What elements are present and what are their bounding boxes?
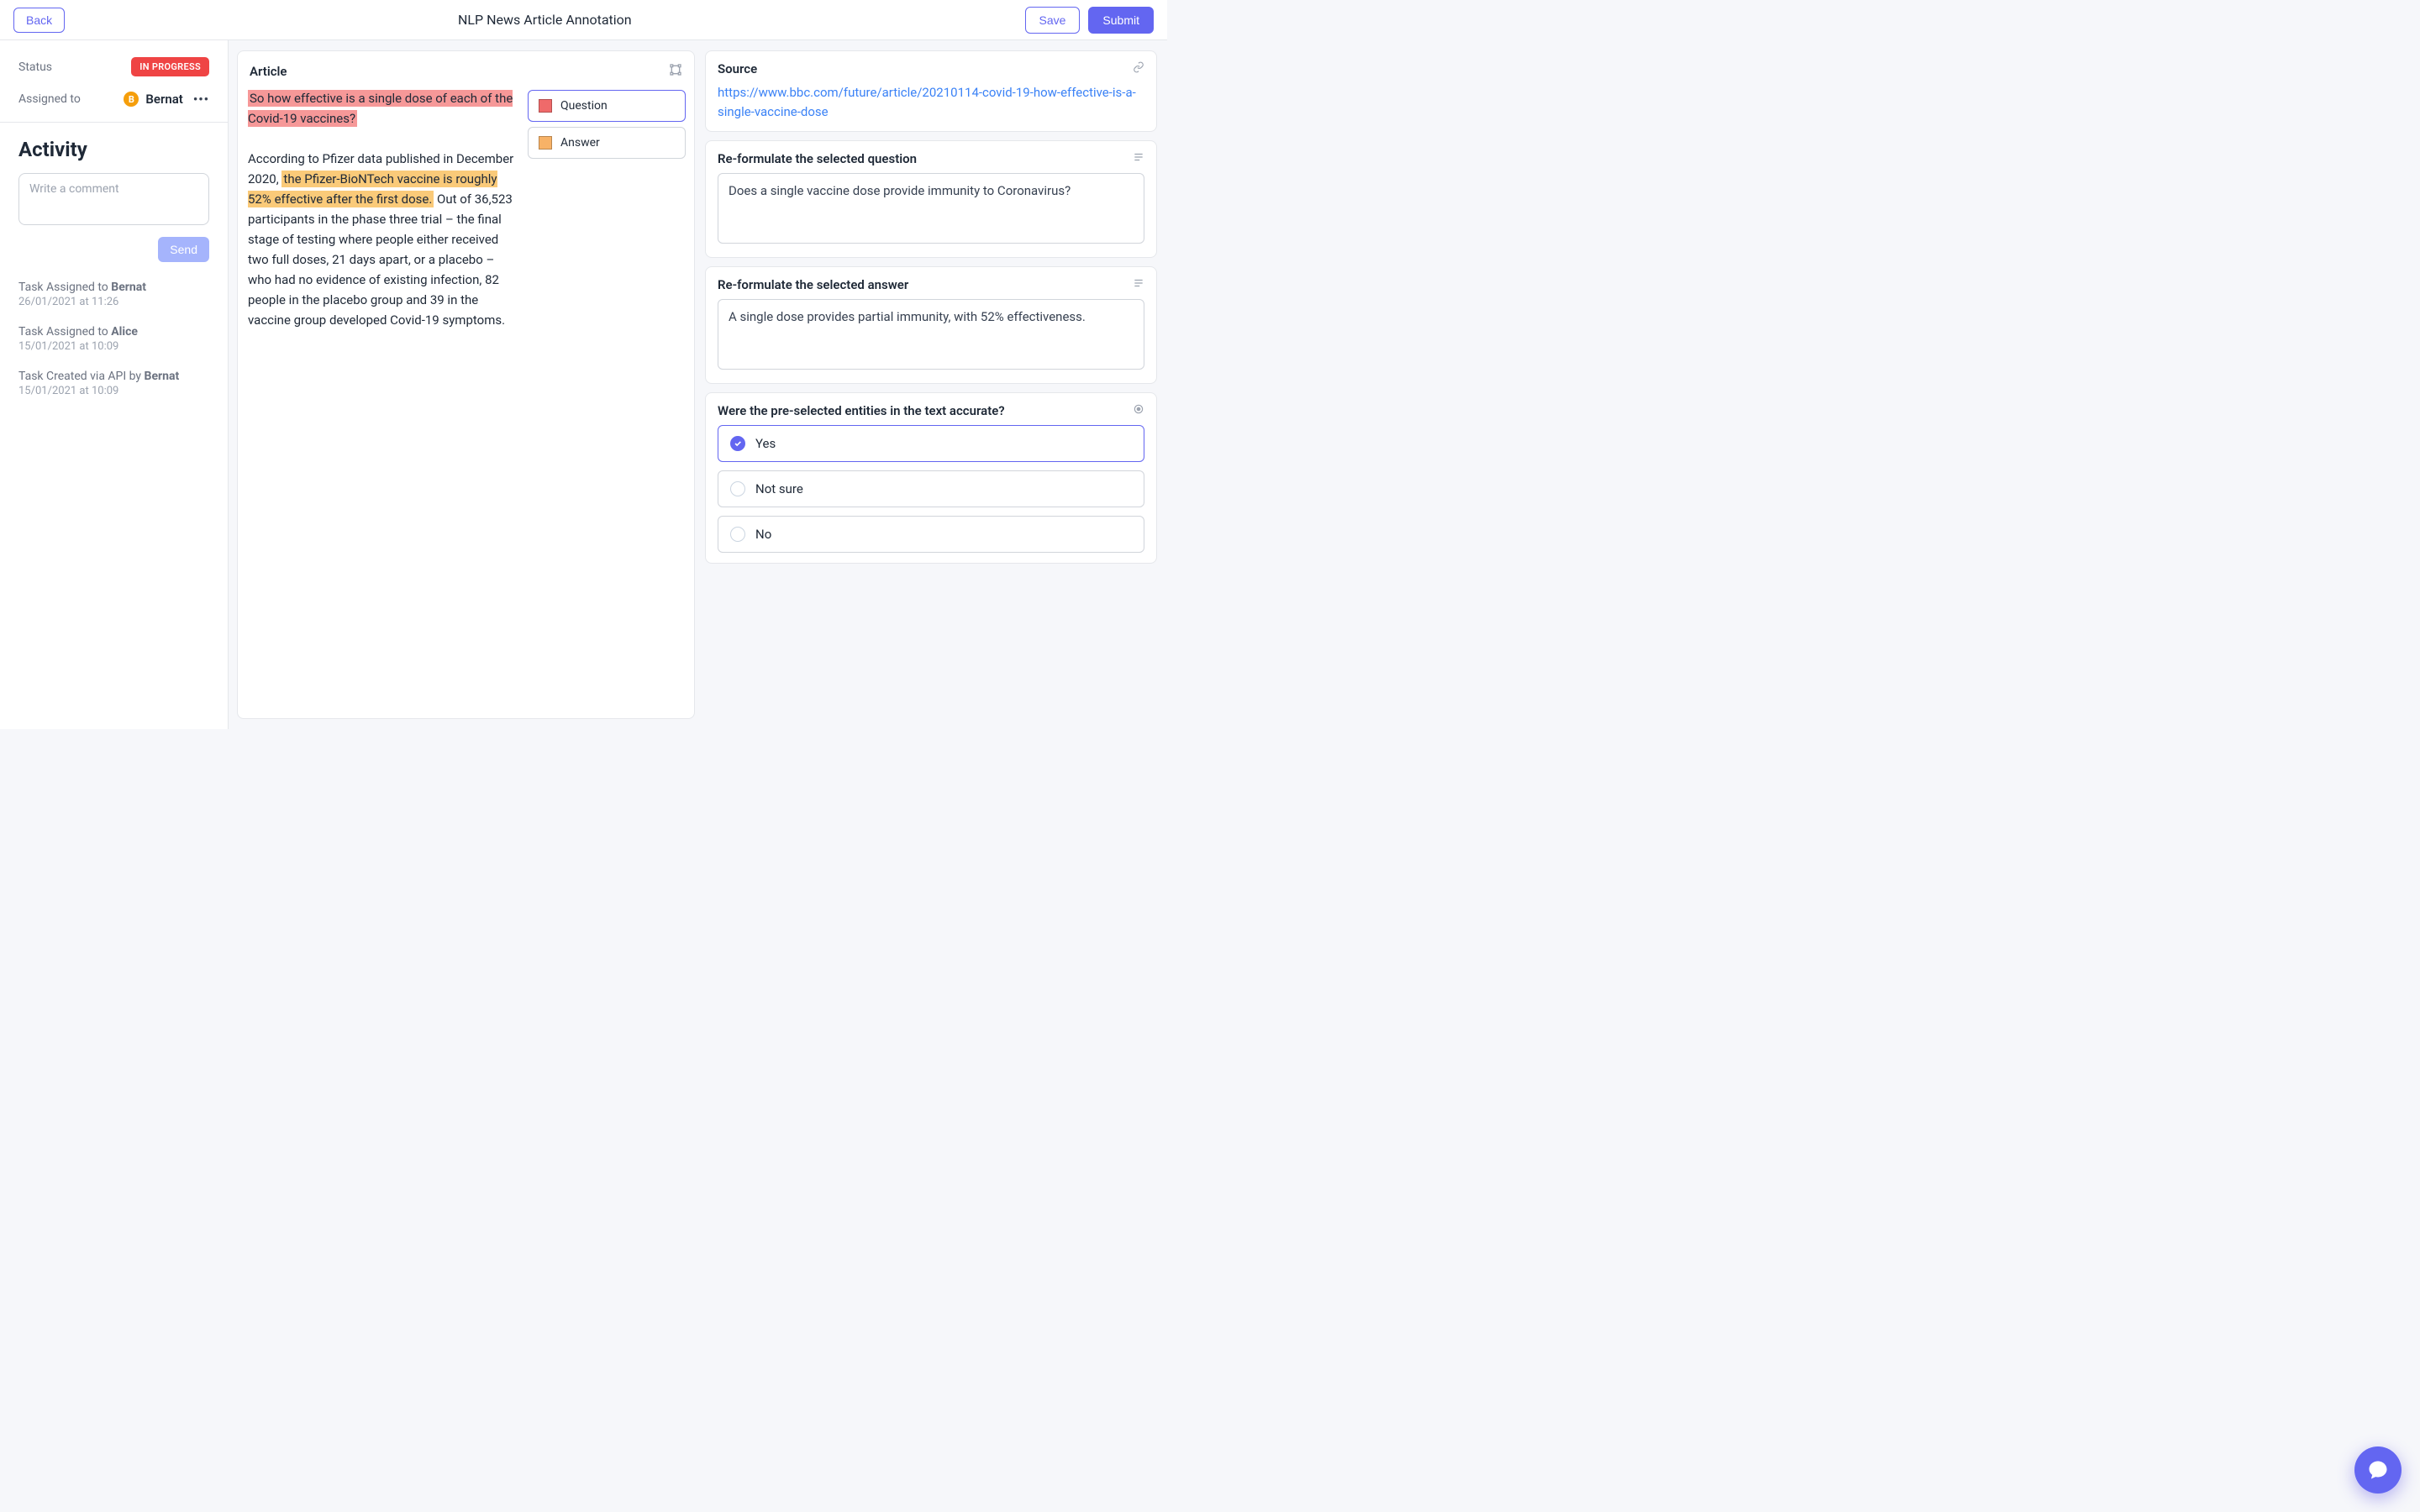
- question-reform-input[interactable]: [718, 173, 1144, 244]
- swatch-question-icon: [539, 99, 552, 113]
- article-title: Article: [250, 64, 287, 79]
- legend-label: Question: [560, 99, 608, 113]
- activity-item: Task Assigned to Bernat 26/01/2021 at 11…: [18, 281, 209, 308]
- article-body[interactable]: So how effective is a single dose of eac…: [246, 88, 516, 708]
- activity-actor: Bernat: [145, 370, 180, 383]
- answer-reform-title: Re-formulate the selected answer: [718, 277, 908, 292]
- source-title: Source: [718, 61, 757, 76]
- activity-item: Task Created via API by Bernat 15/01/202…: [18, 370, 209, 397]
- assignee-menu-icon[interactable]: •••: [193, 92, 209, 107]
- activity-actor: Bernat: [111, 281, 146, 294]
- swatch-answer-icon: [539, 136, 552, 150]
- question-reform-panel: Re-formulate the selected question: [705, 140, 1157, 258]
- radio-indicator: [730, 481, 745, 496]
- save-button[interactable]: Save: [1025, 7, 1081, 34]
- link-icon[interactable]: [1133, 61, 1144, 76]
- accuracy-option-no[interactable]: No: [718, 516, 1144, 553]
- article-panel: Article So how effective is a single dos…: [237, 50, 695, 719]
- assignee[interactable]: B Bernat •••: [124, 92, 209, 107]
- activity-actor: Alice: [111, 325, 138, 339]
- activity-date: 15/01/2021 at 10:09: [18, 385, 209, 397]
- activity-text: Task Assigned to: [18, 325, 111, 339]
- sidebar: Status IN PROGRESS Assigned to B Bernat …: [0, 40, 229, 729]
- form-column: Source https://www.bbc.com/future/articl…: [705, 50, 1157, 719]
- app-header: Back NLP News Article Annotation Save Su…: [0, 0, 1167, 40]
- activity-item: Task Assigned to Alice 15/01/2021 at 10:…: [18, 325, 209, 353]
- article-text-segment: Out of 36,523 participants in the phase …: [248, 192, 513, 328]
- transform-icon[interactable]: [669, 63, 682, 80]
- source-url[interactable]: https://www.bbc.com/future/article/20210…: [718, 83, 1144, 121]
- question-highlight[interactable]: So how effective is a single dose of eac…: [248, 90, 513, 127]
- question-reform-title: Re-formulate the selected question: [718, 151, 917, 166]
- activity-text: Task Assigned to: [18, 281, 111, 294]
- status-row: Status IN PROGRESS: [18, 57, 209, 76]
- assignee-name: Bernat: [145, 92, 182, 107]
- activity-title: Activity: [18, 138, 209, 161]
- accuracy-title: Were the pre-selected entities in the te…: [718, 403, 1005, 418]
- source-panel: Source https://www.bbc.com/future/articl…: [705, 50, 1157, 132]
- activity-section: Activity Send Task Assigned to Bernat 26…: [0, 123, 228, 429]
- page-title: NLP News Article Annotation: [65, 12, 1024, 28]
- task-meta: Status IN PROGRESS Assigned to B Bernat …: [0, 40, 228, 123]
- option-label: Yes: [755, 436, 776, 451]
- accuracy-options: Yes Not sure No: [718, 425, 1144, 553]
- text-icon: [1133, 277, 1144, 292]
- answer-reform-panel: Re-formulate the selected answer: [705, 266, 1157, 384]
- main-area: Article So how effective is a single dos…: [229, 40, 1167, 729]
- text-icon: [1133, 151, 1144, 166]
- status-label: Status: [18, 60, 52, 74]
- activity-text: Task Created via API by: [18, 370, 145, 383]
- legend-item-question[interactable]: Question: [528, 90, 686, 122]
- header-actions: Save Submit: [1025, 7, 1155, 34]
- accuracy-option-yes[interactable]: Yes: [718, 425, 1144, 462]
- assigned-label: Assigned to: [18, 92, 81, 106]
- send-button[interactable]: Send: [158, 237, 209, 262]
- activity-date: 26/01/2021 at 11:26: [18, 296, 209, 308]
- option-label: No: [755, 527, 771, 542]
- option-label: Not sure: [755, 481, 803, 496]
- submit-button[interactable]: Submit: [1088, 7, 1154, 34]
- chat-fab[interactable]: [2354, 1446, 2402, 1494]
- chat-icon: [2366, 1458, 2390, 1482]
- status-badge: IN PROGRESS: [131, 57, 209, 76]
- assigned-row: Assigned to B Bernat •••: [18, 92, 209, 107]
- activity-date: 15/01/2021 at 10:09: [18, 340, 209, 353]
- accuracy-panel: Were the pre-selected entities in the te…: [705, 392, 1157, 564]
- answer-reform-input[interactable]: [718, 299, 1144, 370]
- avatar: B: [124, 92, 139, 107]
- radio-icon: [1133, 403, 1144, 418]
- radio-indicator: [730, 527, 745, 542]
- legend-label: Answer: [560, 136, 600, 150]
- legend-item-answer[interactable]: Answer: [528, 127, 686, 159]
- legend: Question Answer: [528, 90, 686, 708]
- comment-input[interactable]: [18, 173, 209, 225]
- back-button[interactable]: Back: [13, 8, 65, 33]
- accuracy-option-not-sure[interactable]: Not sure: [718, 470, 1144, 507]
- radio-indicator: [730, 436, 745, 451]
